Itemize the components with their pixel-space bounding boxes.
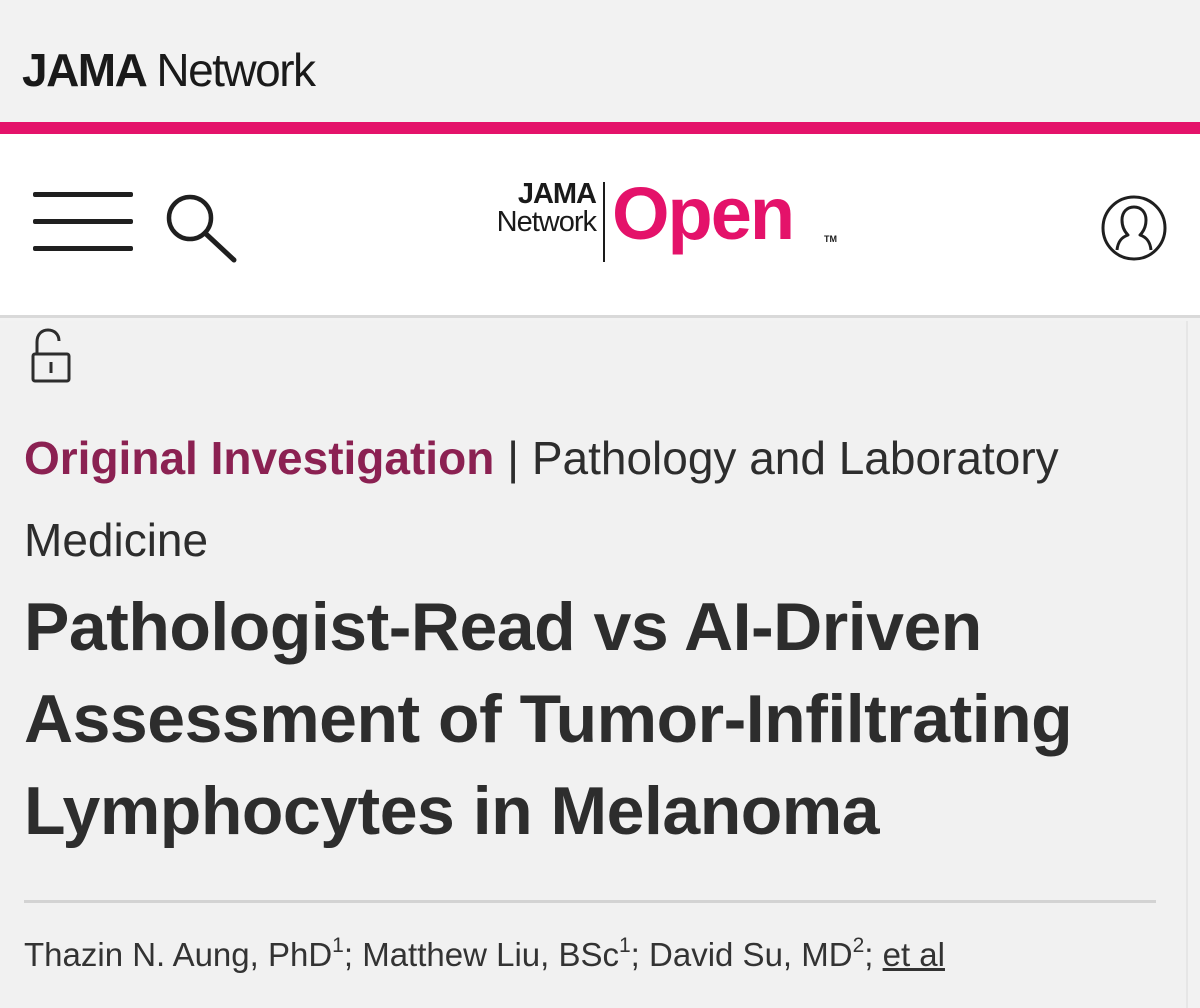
author-name[interactable]: Thazin N. Aung, PhD <box>24 936 332 973</box>
category-separator: | <box>507 432 520 484</box>
author-name[interactable]: David Su, MD <box>649 936 853 973</box>
author-affiliation: 1 <box>332 934 344 957</box>
trademark-mark: TM <box>824 234 837 244</box>
search-icon[interactable] <box>164 192 240 264</box>
article-header: Original Investigation | Pathology and L… <box>0 321 1188 1008</box>
article-title: Pathologist-Read vs AI-Driven Assessment… <box>24 589 1073 849</box>
journal-logo-line1: JAMA <box>517 178 597 210</box>
user-account-icon[interactable] <box>1100 194 1168 262</box>
accent-divider <box>0 122 1200 134</box>
journal-logo-divider <box>603 182 605 262</box>
open-access-lock-icon <box>30 325 72 383</box>
author-affiliation: 1 <box>618 934 631 957</box>
article-type[interactable]: Original Investigation <box>24 432 494 484</box>
author-separator: ; <box>343 936 354 973</box>
author-affiliation: 2 <box>852 934 865 957</box>
journal-logo-open: Open <box>612 172 795 255</box>
journal-logo-network-text: JAMA Network <box>496 178 597 238</box>
author-list: Thazin N. Aung, PhD1; Matthew Liu, BSc1;… <box>24 927 945 983</box>
jama-network-open-logo[interactable]: JAMA Network Open TM <box>452 174 852 270</box>
network-header: JAMA Network <box>0 0 1200 122</box>
author-name[interactable]: Matthew Liu, BSc <box>362 936 619 973</box>
journal-logo-line2: Network <box>496 206 597 238</box>
journal-nav-bar: JAMA Network Open TM <box>0 134 1200 318</box>
network-logo-bold: JAMA <box>22 44 148 96</box>
network-logo-regular: Network <box>156 44 316 96</box>
article-category: Original Investigation | Pathology and L… <box>24 417 1144 581</box>
hamburger-menu-icon[interactable] <box>33 192 133 252</box>
title-divider <box>24 900 1156 903</box>
et-al-link[interactable]: et al <box>883 936 945 973</box>
jama-network-logo[interactable]: JAMA Network <box>22 42 316 98</box>
author-separator: ; <box>864 936 874 973</box>
author-separator: ; <box>630 936 640 973</box>
